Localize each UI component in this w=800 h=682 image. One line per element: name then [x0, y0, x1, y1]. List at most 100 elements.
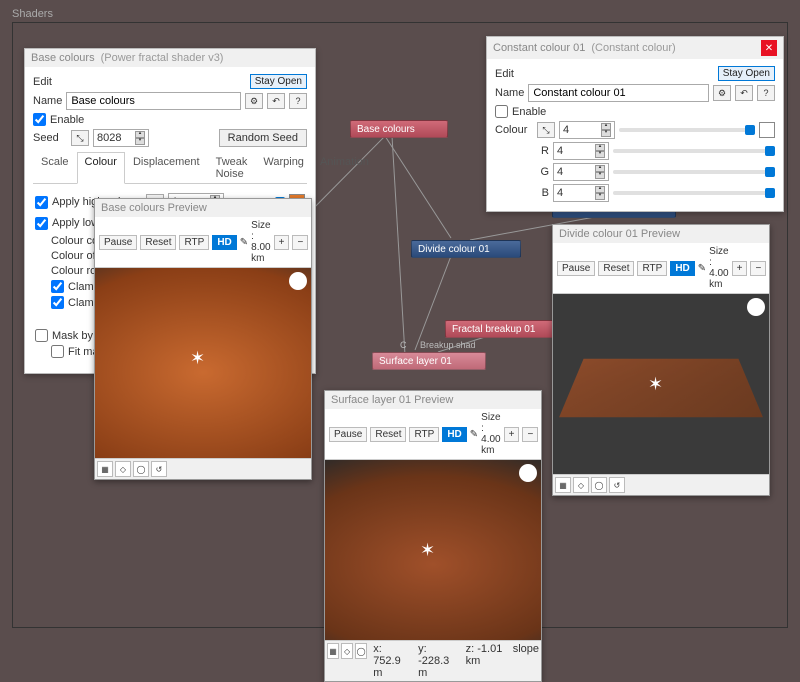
tabs: Scale Colour Displacement Tweak Noise Wa…	[33, 151, 307, 184]
help-icon[interactable]: ?	[289, 93, 307, 109]
sun-icon[interactable]	[519, 464, 537, 482]
pause-button[interactable]: Pause	[99, 235, 137, 250]
tab-colour[interactable]: Colour	[77, 152, 125, 184]
status-z: z: -1.01 km	[466, 643, 505, 679]
shaders-header: Shaders	[12, 8, 53, 20]
random-seed-button[interactable]: Random Seed	[219, 129, 307, 147]
brush-icon[interactable]: ✎	[698, 263, 706, 274]
r-input[interactable]: 4▴▾	[553, 142, 609, 160]
help-icon[interactable]: ?	[757, 85, 775, 101]
plus-button[interactable]: +	[732, 261, 748, 276]
fit-mask-checkbox[interactable]	[51, 345, 64, 358]
constant-colour-panel: Constant colour 01 (Constant colour) ✕ E…	[486, 36, 784, 212]
b-input[interactable]: 4▴▾	[553, 184, 609, 202]
hd-button[interactable]: HD	[442, 427, 466, 442]
tab-animation[interactable]: Animation	[312, 152, 377, 184]
tool-icon[interactable]: ◯	[591, 477, 607, 493]
hd-button[interactable]: HD	[670, 261, 694, 276]
close-icon[interactable]: ✕	[761, 40, 777, 56]
colour-swatch[interactable]	[759, 122, 775, 138]
tool-icon[interactable]: ↺	[609, 477, 625, 493]
settings-icon[interactable]: ⚙	[713, 85, 731, 101]
brush-icon[interactable]: ✎	[240, 237, 248, 248]
apply-high-checkbox[interactable]	[35, 196, 48, 209]
stay-open-button[interactable]: Stay Open	[718, 66, 775, 81]
tab-displacement[interactable]: Displacement	[125, 152, 208, 184]
edit-menu[interactable]: Edit	[33, 76, 52, 88]
reset-button[interactable]: Reset	[598, 261, 634, 276]
size-label: Size : 4.00 km	[709, 246, 728, 290]
tool-icon[interactable]: ◯	[133, 461, 149, 477]
node-base-colours[interactable]: Base colours	[350, 120, 448, 138]
tool-icon[interactable]: ◯	[355, 643, 367, 659]
g-input[interactable]: 4▴▾	[553, 163, 609, 181]
stay-open-button[interactable]: Stay Open	[250, 74, 307, 89]
name-label: Name	[495, 87, 524, 99]
tool-icon[interactable]: ◇	[115, 461, 131, 477]
hd-button[interactable]: HD	[212, 235, 236, 250]
r-slider[interactable]	[613, 149, 775, 153]
base-colours-preview: Base colours Preview Pause Reset RTP HD …	[94, 198, 312, 480]
minus-button[interactable]: −	[522, 427, 538, 442]
size-label: Size : 8.00 km	[251, 220, 270, 264]
sun-icon[interactable]	[289, 272, 307, 290]
reset-button[interactable]: Reset	[370, 427, 406, 442]
colour-co-label: Colour co	[51, 235, 98, 247]
tab-warping[interactable]: Warping	[255, 152, 312, 184]
pause-button[interactable]: Pause	[557, 261, 595, 276]
pause-button[interactable]: Pause	[329, 427, 367, 442]
tool-icon[interactable]: ◇	[573, 477, 589, 493]
minus-button[interactable]: −	[750, 261, 766, 276]
reset-button[interactable]: Reset	[140, 235, 176, 250]
tool-icon[interactable]: ▦	[555, 477, 571, 493]
clamp2-checkbox[interactable]	[51, 296, 64, 309]
tab-tweak-noise[interactable]: Tweak Noise	[208, 152, 256, 184]
undo-icon[interactable]: ↶	[267, 93, 285, 109]
sun-icon[interactable]	[747, 298, 765, 316]
tool-icon[interactable]: ↺	[151, 461, 167, 477]
panel-subtitle: (Power fractal shader v3)	[101, 52, 224, 64]
seed-mode-icon[interactable]: ⤡	[71, 130, 89, 146]
seed-label: Seed	[33, 132, 67, 144]
mask-checkbox[interactable]	[35, 329, 48, 342]
minus-button[interactable]: −	[292, 235, 308, 250]
enable-checkbox[interactable]	[33, 113, 46, 126]
node-fractal-breakup[interactable]: Fractal breakup 01	[445, 320, 569, 338]
plus-button[interactable]: +	[274, 235, 290, 250]
colour-input[interactable]: 4▴▾	[559, 121, 615, 139]
node-divide-colour[interactable]: Divide colour 01	[411, 240, 521, 258]
node-port-breakup: Breakup shad	[420, 340, 476, 350]
g-slider[interactable]	[613, 170, 775, 174]
tab-scale[interactable]: Scale	[33, 152, 77, 184]
panel-title: Base colours	[31, 52, 95, 64]
name-input[interactable]	[528, 84, 709, 102]
panel-subtitle: (Constant colour)	[591, 42, 675, 54]
colour-off-label: Colour off	[51, 250, 99, 262]
status-x: x: 752.9 m	[373, 643, 410, 679]
edit-menu[interactable]: Edit	[495, 68, 514, 80]
rtp-button[interactable]: RTP	[637, 261, 667, 276]
rtp-button[interactable]: RTP	[179, 235, 209, 250]
name-input[interactable]	[66, 92, 241, 110]
colour-slider[interactable]	[619, 128, 755, 132]
seed-input[interactable]: 8028▴▾	[93, 129, 149, 147]
b-slider[interactable]	[613, 191, 775, 195]
clamp1-checkbox[interactable]	[51, 280, 64, 293]
rtp-button[interactable]: RTP	[409, 427, 439, 442]
preview-title: Surface layer 01 Preview	[325, 391, 541, 409]
enable-checkbox[interactable]	[495, 105, 508, 118]
divide-colour-preview: Divide colour 01 Preview Pause Reset RTP…	[552, 224, 770, 496]
enable-label: Enable	[50, 114, 84, 126]
pick-icon[interactable]: ⤡	[537, 122, 555, 138]
tool-icon[interactable]: ◇	[341, 643, 353, 659]
surface-layer-preview: Surface layer 01 Preview Pause Reset RTP…	[324, 390, 542, 682]
tool-icon[interactable]: ▦	[97, 461, 113, 477]
apply-low-checkbox[interactable]	[35, 217, 48, 230]
undo-icon[interactable]: ↶	[735, 85, 753, 101]
tool-icon[interactable]: ▦	[327, 643, 339, 659]
colour-label: Colour	[495, 124, 533, 136]
plus-button[interactable]: +	[504, 427, 520, 442]
settings-icon[interactable]: ⚙	[245, 93, 263, 109]
node-surface-layer[interactable]: Surface layer 01	[372, 352, 486, 370]
brush-icon[interactable]: ✎	[470, 429, 478, 440]
